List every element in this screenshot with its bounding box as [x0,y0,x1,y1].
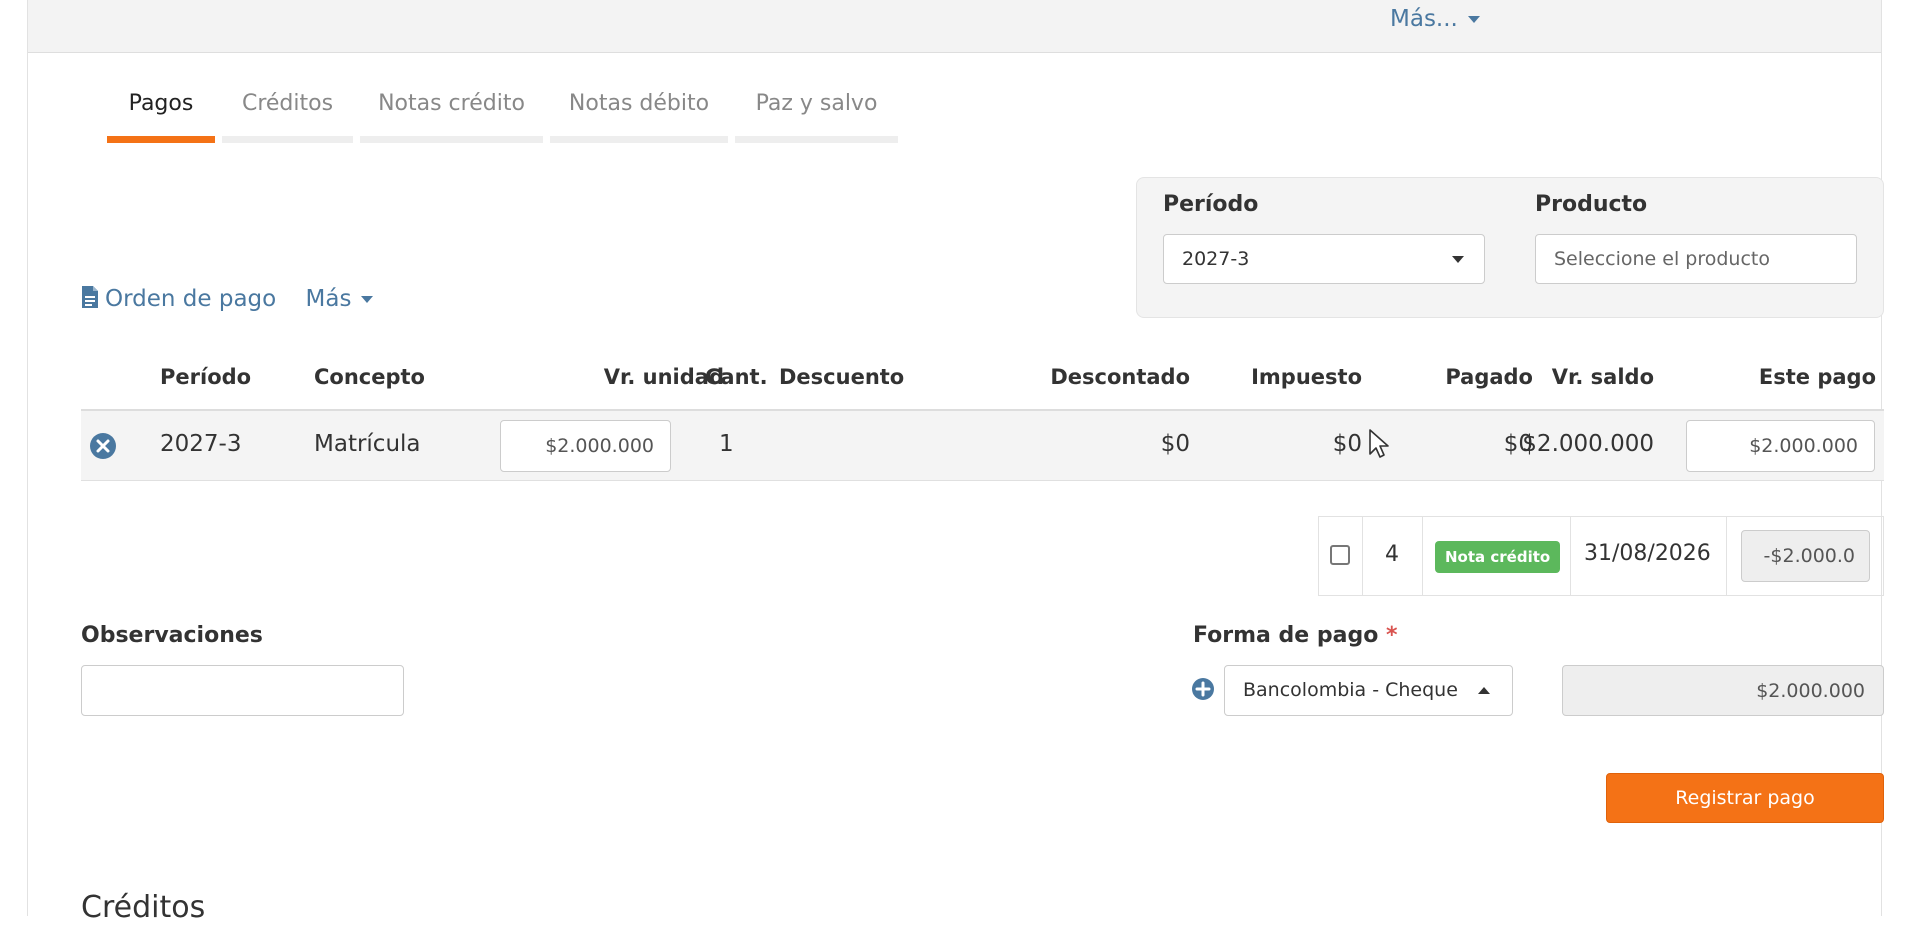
mouse-cursor-icon [1369,429,1389,458]
row-balance: $2.000.000 [1522,431,1654,457]
tab-label: Pagos [128,91,194,116]
credit-note-date: 31/08/2026 [1584,541,1711,566]
tab-indicator [360,136,543,143]
payment-method-value: Bancolombia - Cheque [1243,679,1458,701]
col-discounted: Descontado [1050,365,1190,389]
payment-order-label: Orden de pago [105,286,277,312]
tab-paz-y-salvo[interactable]: Paz y salvo [735,88,898,143]
period-select-value: 2027-3 [1182,248,1250,270]
tab-indicator [735,136,898,143]
tab-indicator [550,136,728,143]
tab-notas-debito[interactable]: Notas débito [550,88,728,143]
remove-row-icon[interactable] [89,432,117,460]
row-tax: $0 [1332,431,1362,457]
payment-method-label-text: Forma de pago [1193,623,1379,648]
top-more-menu[interactable]: Más... [1390,6,1480,32]
chevron-down-icon [1467,16,1480,23]
credit-note-row: 4 Nota crédito 31/08/2026 -$2.000.0 [1318,516,1884,596]
unit-value-text: $2.000.000 [545,435,654,457]
credit-check-cell [1319,517,1363,595]
add-payment-method-icon[interactable] [1191,677,1215,701]
payment-amount-text: $2.000.000 [1756,680,1865,702]
product-input[interactable]: Seleccione el producto [1535,234,1857,284]
this-payment-input[interactable]: $2.000.000 [1686,420,1875,472]
col-concept: Concepto [314,365,425,389]
tab-pagos[interactable]: Pagos [107,88,215,143]
col-period: Período [160,365,252,389]
payment-method-amount: $2.000.000 [1562,665,1884,716]
tab-label: Créditos [241,91,334,116]
caret-up-icon [1478,687,1490,694]
payments-table-header: Período Concepto Vr. unidad Cant. Descue… [81,365,1884,411]
observations-label: Observaciones [81,623,263,648]
row-quantity: 1 [719,431,734,457]
row-discounted: $0 [1160,431,1190,457]
tab-indicator [107,136,215,143]
product-placeholder: Seleccione el producto [1554,248,1770,270]
payment-order-link[interactable]: Orden de pago [81,286,284,312]
product-filter-label: Producto [1535,192,1648,217]
required-mark: * [1386,623,1398,648]
page-frame: Más... Pagos Créditos Notas crédito Nota… [27,0,1884,925]
more-actions-menu[interactable]: Más [306,286,374,312]
col-discount: Descuento [779,365,905,389]
payment-method-select[interactable]: Bancolombia - Cheque [1224,665,1513,716]
tab-indicator [222,136,353,143]
tab-label: Notas débito [568,91,710,116]
credit-number-cell: 4 [1363,517,1423,595]
payment-method-label: Forma de pago * [1193,623,1398,648]
filter-panel: Período 2027-3 Producto Seleccione el pr… [1136,177,1884,318]
tab-label: Notas crédito [378,91,525,116]
row-period: 2027-3 [160,431,242,457]
register-payment-button[interactable]: Registrar pago [1606,773,1884,823]
col-paid: Pagado [1445,365,1533,389]
tab-label: Paz y salvo [755,91,878,116]
period-filter-label: Período [1163,192,1259,217]
table-row: 2027-3 Matrícula $2.000.000 1 $0 $0 $0 $… [81,411,1884,481]
col-this-payment: Este pago [1758,365,1876,389]
action-links: Orden de pago Más [81,285,374,312]
credit-badge-cell: Nota crédito [1423,517,1571,595]
tab-creditos[interactable]: Créditos [222,88,353,143]
top-toolbar: Más... [28,0,1881,53]
credit-date-cell: 31/08/2026 [1571,517,1727,595]
credits-section-title: Créditos [81,890,206,925]
more-actions-label: Más [305,286,352,312]
document-icon [82,286,98,308]
unit-value-input[interactable]: $2.000.000 [500,420,671,472]
col-quantity: Cant. [705,365,768,389]
credit-note-badge: Nota crédito [1435,541,1561,573]
col-balance: Vr. saldo [1551,365,1654,389]
this-payment-text: $2.000.000 [1749,435,1858,457]
caret-down-icon [1452,256,1464,263]
period-select[interactable]: 2027-3 [1163,234,1485,284]
tab-notas-credito[interactable]: Notas crédito [360,88,543,143]
col-tax: Impuesto [1251,365,1362,389]
row-concept: Matrícula [314,431,421,457]
chevron-down-icon [361,296,374,303]
credit-note-amount: -$2.000.0 [1741,530,1870,582]
credit-note-checkbox[interactable] [1330,545,1350,565]
observations-input[interactable] [81,665,404,716]
top-more-label: Más... [1390,6,1458,32]
credit-amount-cell: -$2.000.0 [1727,517,1883,595]
credit-amount-text: -$2.000.0 [1763,545,1855,567]
credit-note-number: 4 [1385,542,1399,567]
